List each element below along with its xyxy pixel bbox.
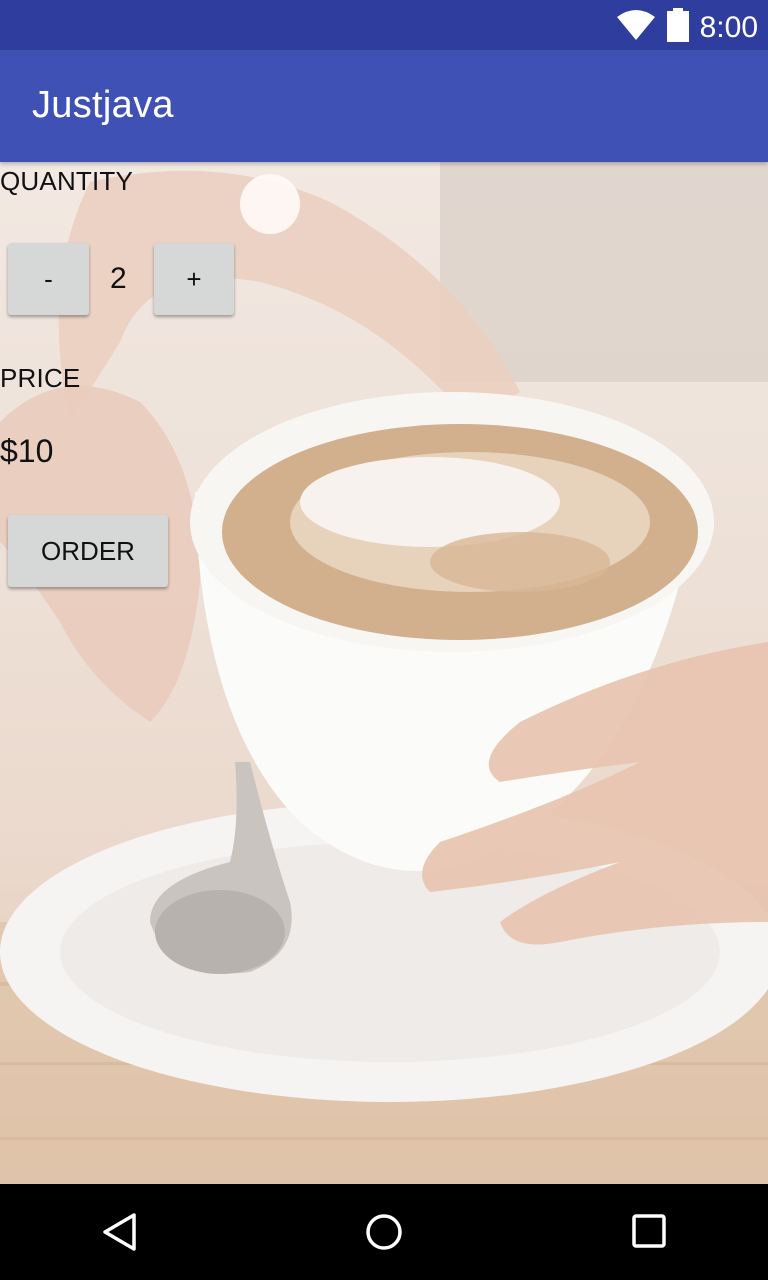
main-content: QUANTITY - 2 + PRICE $10 ORDER — [0, 162, 768, 1184]
status-icons: 8:00 — [616, 8, 758, 47]
coffee-cup-background — [0, 162, 768, 1184]
price-label: PRICE — [0, 363, 81, 393]
status-time: 8:00 — [699, 10, 758, 44]
app-title: Justjava — [32, 84, 174, 126]
back-icon[interactable] — [100, 1212, 140, 1252]
app-screen: 8:00 Justjava QUANTITY - 2 + PRICE $10 O… — [0, 0, 768, 1280]
price-value: $10 — [0, 433, 54, 469]
wifi-icon — [616, 9, 656, 46]
quantity-value: 2 — [110, 262, 127, 295]
navigation-bar — [0, 1184, 768, 1280]
order-button[interactable]: ORDER — [8, 515, 168, 587]
battery-icon — [666, 8, 690, 47]
quantity-label: QUANTITY — [0, 166, 134, 196]
status-bar: 8:00 — [0, 0, 768, 50]
increment-button[interactable]: + — [154, 243, 234, 315]
recents-icon[interactable] — [630, 1212, 670, 1252]
decrement-button[interactable]: - — [8, 243, 89, 315]
home-icon[interactable] — [364, 1212, 404, 1252]
app-bar: Justjava — [0, 50, 768, 162]
